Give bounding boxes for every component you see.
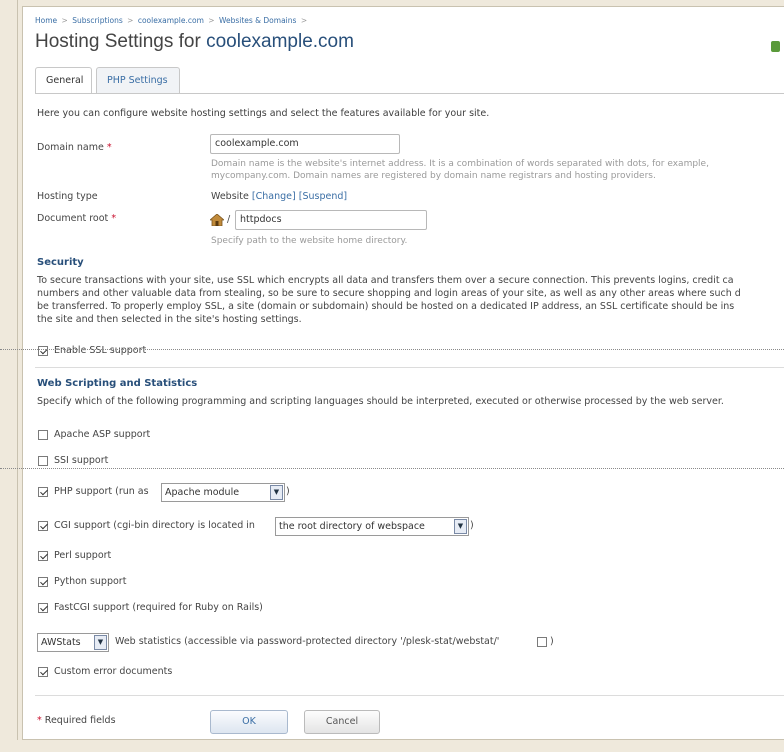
php-checkbox[interactable] bbox=[38, 487, 48, 497]
required-fields-note: * Required fields bbox=[37, 715, 116, 726]
page-title-domain: coolexample.com bbox=[206, 31, 354, 52]
page-title-prefix: Hosting Settings for bbox=[35, 31, 201, 52]
stats-close-paren: ) bbox=[550, 636, 554, 647]
perl-label: Perl support bbox=[54, 550, 112, 561]
cgi-label: CGI support (cgi-bin directory is locate… bbox=[54, 520, 255, 531]
document-root-input[interactable]: httpdocs bbox=[235, 210, 427, 230]
custom-error-documents-label: Custom error documents bbox=[54, 666, 173, 677]
change-hosting-link[interactable]: [Change] bbox=[252, 191, 296, 202]
suspend-hosting-link[interactable]: [Suspend] bbox=[299, 191, 347, 202]
cgi-location-select[interactable]: the root directory of webspace ▼ bbox=[275, 517, 469, 536]
upgrade-icon[interactable] bbox=[771, 41, 780, 52]
section-divider bbox=[35, 367, 784, 368]
python-label: Python support bbox=[54, 576, 127, 587]
domain-name-hint-1: Domain name is the website's internet ad… bbox=[211, 159, 709, 169]
breadcrumb-domain[interactable]: coolexample.com bbox=[138, 16, 204, 25]
chevron-down-icon: ▼ bbox=[454, 519, 467, 534]
ok-button[interactable]: OK bbox=[210, 710, 288, 734]
ssi-checkbox[interactable] bbox=[38, 456, 48, 466]
chevron-down-icon: ▼ bbox=[94, 635, 107, 650]
enable-ssl-checkbox[interactable] bbox=[38, 346, 48, 356]
required-fields-text: Required fields bbox=[44, 715, 116, 726]
web-statistics-value: AWStats bbox=[41, 637, 81, 648]
hosting-settings-page: Home > Subscriptions > coolexample.com >… bbox=[22, 6, 784, 740]
breadcrumb-separator: > bbox=[127, 16, 134, 25]
document-root-slash: / bbox=[227, 214, 231, 225]
document-root-label-text: Document root bbox=[37, 213, 109, 224]
security-text-line-2: numbers and other valuable data from ste… bbox=[37, 288, 741, 299]
hosting-type-value: Website bbox=[211, 191, 249, 202]
breadcrumb: Home > Subscriptions > coolexample.com >… bbox=[35, 16, 309, 25]
php-mode-select[interactable]: Apache module ▼ bbox=[161, 483, 285, 502]
security-heading: Security bbox=[37, 257, 84, 268]
enable-ssl-label: Enable SSL support bbox=[54, 345, 147, 356]
stats-password-protect-checkbox[interactable] bbox=[537, 637, 547, 647]
php-mode-value: Apache module bbox=[165, 487, 240, 498]
chevron-down-icon: ▼ bbox=[270, 485, 283, 500]
breadcrumb-separator: > bbox=[61, 16, 68, 25]
tab-php-settings[interactable]: PHP Settings bbox=[96, 67, 180, 94]
fastcgi-checkbox[interactable] bbox=[38, 603, 48, 613]
page-title: Hosting Settings for coolexample.com bbox=[35, 31, 354, 53]
annotation-guide-line bbox=[0, 349, 784, 350]
breadcrumb-websites-domains[interactable]: Websites & Domains bbox=[219, 16, 296, 25]
tab-general[interactable]: General bbox=[35, 67, 92, 94]
breadcrumb-separator: > bbox=[300, 16, 308, 25]
scripting-heading: Web Scripting and Statistics bbox=[37, 378, 198, 389]
footer-divider bbox=[35, 695, 784, 696]
intro-text: Here you can configure website hosting s… bbox=[37, 108, 490, 119]
custom-error-documents-checkbox[interactable] bbox=[38, 667, 48, 677]
apache-asp-checkbox[interactable] bbox=[38, 430, 48, 440]
annotation-guide-line bbox=[0, 468, 784, 469]
breadcrumb-subscriptions[interactable]: Subscriptions bbox=[72, 16, 123, 25]
perl-checkbox[interactable] bbox=[38, 551, 48, 561]
window-frame-bottom bbox=[0, 740, 784, 752]
breadcrumb-separator: > bbox=[208, 16, 215, 25]
ssi-label: SSI support bbox=[54, 455, 109, 466]
cgi-checkbox[interactable] bbox=[38, 521, 48, 531]
cgi-location-value: the root directory of webspace bbox=[279, 521, 425, 532]
document-root-hint: Specify path to the website home directo… bbox=[211, 236, 408, 246]
apache-asp-label: Apache ASP support bbox=[54, 429, 151, 440]
hosting-type-value-row: Website [Change] [Suspend] bbox=[211, 191, 347, 202]
breadcrumb-home[interactable]: Home bbox=[35, 16, 57, 25]
web-statistics-select[interactable]: AWStats ▼ bbox=[37, 633, 109, 652]
cgi-close-paren: ) bbox=[470, 520, 474, 531]
document-root-label: Document root * bbox=[37, 213, 116, 224]
web-statistics-label: Web statistics (accessible via password-… bbox=[115, 636, 500, 647]
tab-divider bbox=[35, 93, 784, 94]
required-mark: * bbox=[37, 715, 42, 726]
required-mark: * bbox=[111, 213, 117, 224]
cancel-button[interactable]: Cancel bbox=[304, 710, 380, 734]
php-close-paren: ) bbox=[286, 486, 290, 497]
scripting-description: Specify which of the following programmi… bbox=[37, 396, 724, 407]
security-text-line-3: be transferred. To properly employ SSL, … bbox=[37, 301, 735, 312]
fastcgi-label: FastCGI support (required for Ruby on Ra… bbox=[54, 602, 263, 613]
domain-name-input[interactable]: coolexample.com bbox=[210, 134, 400, 154]
security-text-line-4: the site and then selected in the site's… bbox=[37, 314, 302, 325]
hosting-type-label: Hosting type bbox=[37, 191, 98, 202]
home-directory-icon bbox=[210, 214, 224, 226]
domain-name-label: Domain name * bbox=[37, 142, 112, 153]
domain-name-hint-2: mycompany.com. Domain names are register… bbox=[211, 171, 656, 181]
security-text-line-1: To secure transactions with your site, u… bbox=[37, 275, 734, 286]
php-label: PHP support (run as bbox=[54, 486, 149, 497]
python-checkbox[interactable] bbox=[38, 577, 48, 587]
window-frame-left bbox=[0, 0, 18, 752]
domain-name-label-text: Domain name bbox=[37, 142, 104, 153]
required-mark: * bbox=[106, 142, 112, 153]
